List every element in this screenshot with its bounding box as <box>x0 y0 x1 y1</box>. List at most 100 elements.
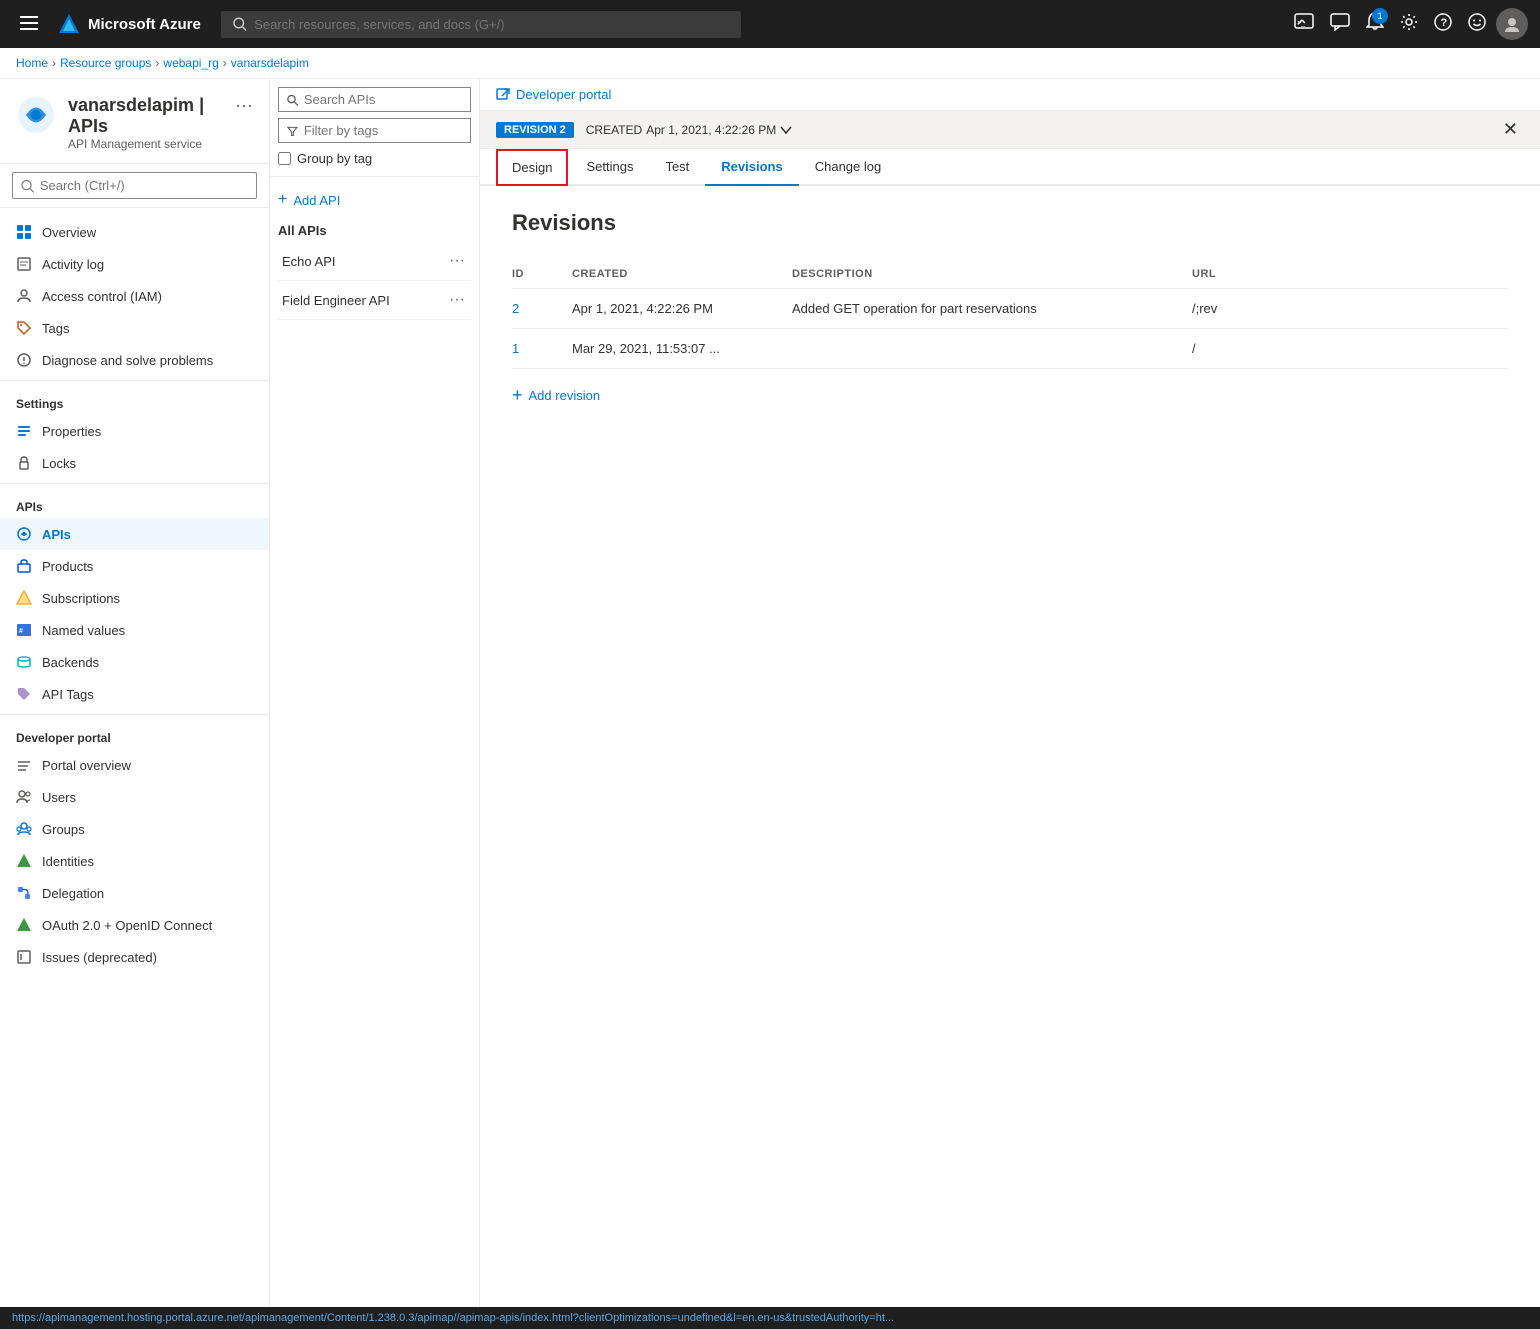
sidebar-item-users[interactable]: Users <box>0 781 269 813</box>
sidebar-item-identities[interactable]: Identities <box>0 845 269 877</box>
hamburger-icon[interactable] <box>12 10 46 39</box>
sidebar-item-api-tags[interactable]: API Tags <box>0 678 269 710</box>
main-content: Developer portal REVISION 2 CREATED Apr … <box>480 79 1540 1307</box>
delegation-icon <box>16 885 32 901</box>
sidebar-item-overview[interactable]: Overview <box>0 216 269 248</box>
status-bar-url[interactable]: https://apimanagement.hosting.portal.azu… <box>12 1312 894 1324</box>
api-item-echo-api[interactable]: Echo API ··· <box>278 242 471 281</box>
sidebar-item-delegation-label: Delegation <box>42 886 104 901</box>
tab-design-label: Design <box>512 160 552 175</box>
resource-icon <box>16 95 56 138</box>
revision-created: CREATED Apr 1, 2021, 4:22:26 PM <box>586 123 793 137</box>
sidebar-search-box[interactable] <box>12 172 257 199</box>
identities-icon <box>16 853 32 869</box>
sidebar-item-oauth[interactable]: OAuth 2.0 + OpenID Connect <box>0 909 269 941</box>
col-url: URL <box>1192 260 1508 289</box>
resource-header: vanarsdelapim | APIs API Management serv… <box>0 79 269 164</box>
sidebar-item-activity-log[interactable]: Activity log <box>0 248 269 280</box>
breadcrumb-home[interactable]: Home <box>16 56 48 70</box>
dev-portal-bar: Developer portal <box>480 79 1540 111</box>
tab-test-label: Test <box>665 159 689 174</box>
feedback-icon[interactable] <box>1324 7 1356 42</box>
sidebar-search-input[interactable] <box>40 178 248 193</box>
global-search-input[interactable] <box>254 17 729 32</box>
sidebar-item-portal-overview-label: Portal overview <box>42 758 131 773</box>
sidebar-item-iam[interactable]: Access control (IAM) <box>0 280 269 312</box>
user-avatar[interactable] <box>1496 8 1528 40</box>
sidebar-item-locks[interactable]: Locks <box>0 447 269 479</box>
sidebar: vanarsdelapim | APIs API Management serv… <box>0 79 270 1307</box>
sidebar-item-diagnose[interactable]: Diagnose and solve problems <box>0 344 269 376</box>
sidebar-item-subscriptions[interactable]: Subscriptions <box>0 582 269 614</box>
breadcrumb-resource-groups[interactable]: Resource groups <box>60 56 151 70</box>
main-layout: vanarsdelapim | APIs API Management serv… <box>0 79 1540 1307</box>
add-revision-plus-icon: + <box>512 385 523 406</box>
api-search-input[interactable] <box>304 92 462 107</box>
table-row: 1 Mar 29, 2021, 11:53:07 ... / <box>512 329 1508 369</box>
notifications-icon[interactable]: 1 <box>1360 6 1390 43</box>
users-icon <box>16 789 32 805</box>
api-item-echo-api-more[interactable]: ··· <box>447 250 467 272</box>
sidebar-item-issues[interactable]: Issues (deprecated) <box>0 941 269 973</box>
sidebar-item-products-label: Products <box>42 559 93 574</box>
sidebar-item-named-values[interactable]: # Named values <box>0 614 269 646</box>
revision-created-1: Mar 29, 2021, 11:53:07 ... <box>572 329 792 369</box>
sidebar-item-overview-label: Overview <box>42 225 96 240</box>
resource-subtitle: API Management service <box>68 137 223 151</box>
revision-badge: REVISION 2 <box>496 122 574 138</box>
api-search-box[interactable] <box>278 87 471 112</box>
sidebar-item-groups[interactable]: Groups <box>0 813 269 845</box>
status-bar: https://apimanagement.hosting.portal.azu… <box>0 1307 1540 1329</box>
cloud-shell-icon[interactable]: >_ <box>1288 7 1320 42</box>
add-revision-button[interactable]: + Add revision <box>512 385 600 406</box>
table-row: 2 Apr 1, 2021, 4:22:26 PM Added GET oper… <box>512 289 1508 329</box>
global-search-box[interactable] <box>221 11 741 38</box>
tab-test[interactable]: Test <box>649 149 705 186</box>
sidebar-item-portal-overview[interactable]: Portal overview <box>0 749 269 781</box>
sidebar-item-apis[interactable]: APIs <box>0 518 269 550</box>
backends-icon <box>16 654 32 670</box>
api-filter-box[interactable] <box>278 118 471 143</box>
tab-change-log[interactable]: Change log <box>799 149 898 186</box>
feedback-smiley-icon[interactable] <box>1462 7 1492 42</box>
tab-design[interactable]: Design <box>496 149 568 186</box>
group-by-tag-label: Group by tag <box>297 151 372 166</box>
sidebar-item-delegation[interactable]: Delegation <box>0 877 269 909</box>
developer-portal-link[interactable]: Developer portal <box>496 87 611 102</box>
revision-id-1[interactable]: 1 <box>512 341 519 356</box>
apis-section-title: APIs <box>0 488 269 518</box>
developer-portal-section-title: Developer portal <box>0 719 269 749</box>
sidebar-item-properties[interactable]: Properties <box>0 415 269 447</box>
sidebar-item-tags[interactable]: Tags <box>0 312 269 344</box>
breadcrumb-webapi-rg[interactable]: webapi_rg <box>163 56 218 70</box>
api-item-field-engineer[interactable]: Field Engineer API ··· <box>278 281 471 320</box>
groups-icon <box>16 821 32 837</box>
settings-icon[interactable] <box>1394 7 1424 42</box>
group-by-tag-checkbox[interactable] <box>278 152 291 165</box>
sidebar-item-issues-label: Issues (deprecated) <box>42 950 157 965</box>
tab-revisions[interactable]: Revisions <box>705 149 798 186</box>
svg-text:>_: >_ <box>1297 20 1305 27</box>
sidebar-item-backends[interactable]: Backends <box>0 646 269 678</box>
svg-text:?: ? <box>1441 17 1448 29</box>
tab-settings[interactable]: Settings <box>570 149 649 186</box>
resource-more-button[interactable]: ··· <box>235 95 253 116</box>
group-by-tag[interactable]: Group by tag <box>278 149 471 168</box>
close-button[interactable]: ✕ <box>1497 117 1524 142</box>
breadcrumb-vanarsdelapim[interactable]: vanarsdelapim <box>231 56 309 70</box>
breadcrumb-chevron-3: › <box>223 56 227 70</box>
help-icon[interactable]: ? <box>1428 7 1458 42</box>
breadcrumb-chevron-1: › <box>52 56 56 70</box>
portal-overview-icon <box>16 757 32 773</box>
sidebar-item-products[interactable]: Products <box>0 550 269 582</box>
breadcrumb-chevron-2: › <box>155 56 159 70</box>
add-api-plus-icon: + <box>278 191 287 209</box>
tab-change-log-label: Change log <box>815 159 882 174</box>
products-icon <box>16 558 32 574</box>
add-api-button[interactable]: + Add API <box>278 185 471 215</box>
api-item-field-engineer-more[interactable]: ··· <box>447 289 467 311</box>
api-filter-input[interactable] <box>304 123 462 138</box>
revision-id-2[interactable]: 2 <box>512 301 519 316</box>
breadcrumb: Home › Resource groups › webapi_rg › van… <box>0 48 1540 79</box>
revision-dropdown-icon[interactable] <box>780 126 792 134</box>
